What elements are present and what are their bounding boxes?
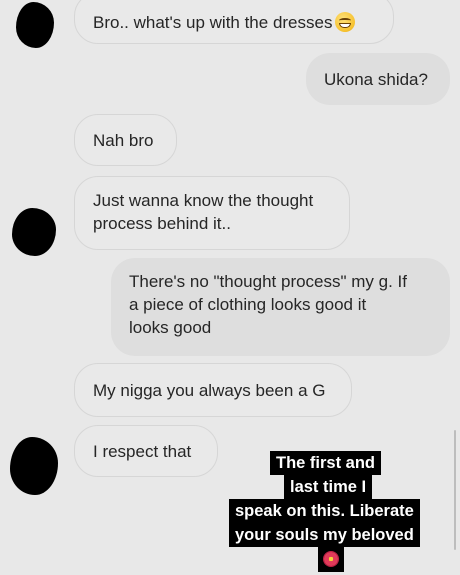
message-line: a piece of clothing looks good it <box>129 295 367 314</box>
caption-line: last time I <box>284 475 373 499</box>
outgoing-message[interactable]: There's no "thought process" my g. If a … <box>111 258 450 356</box>
message-line: There's no "thought process" my g. If <box>129 272 408 291</box>
incoming-message[interactable]: My nigga you always been a G <box>74 363 352 417</box>
caption-line: speak on this. Liberate <box>229 499 420 523</box>
caption-line: The first and <box>270 451 382 475</box>
avatar-redacted[interactable] <box>12 208 56 256</box>
grinning-sweat-emoji-icon <box>335 12 356 32</box>
message-line: process behind it.. <box>93 214 231 233</box>
message-text: I respect that <box>93 441 192 461</box>
message-text: Nah bro <box>93 130 154 150</box>
incoming-message[interactable]: I respect that <box>74 425 218 477</box>
avatar-redacted[interactable] <box>16 2 54 48</box>
message-line: looks good <box>129 318 212 337</box>
scrollbar[interactable] <box>454 430 456 550</box>
incoming-message[interactable]: Bro.. what's up with the dresses <box>74 0 394 44</box>
avatar-redacted[interactable] <box>10 437 58 495</box>
outgoing-message[interactable]: Ukona shida? <box>306 53 450 105</box>
message-text: Ukona shida? <box>324 69 428 89</box>
incoming-message[interactable]: Just wanna know the thought process behi… <box>74 176 350 250</box>
message-text: My nigga you always been a G <box>93 380 326 400</box>
message-text: Bro.. what's up with the dresses <box>93 12 333 32</box>
hibiscus-emoji-icon <box>318 546 344 572</box>
message-line: Just wanna know the thought <box>93 191 314 210</box>
caption-line: your souls my beloved <box>229 523 420 547</box>
incoming-message[interactable]: Nah bro <box>74 114 177 166</box>
